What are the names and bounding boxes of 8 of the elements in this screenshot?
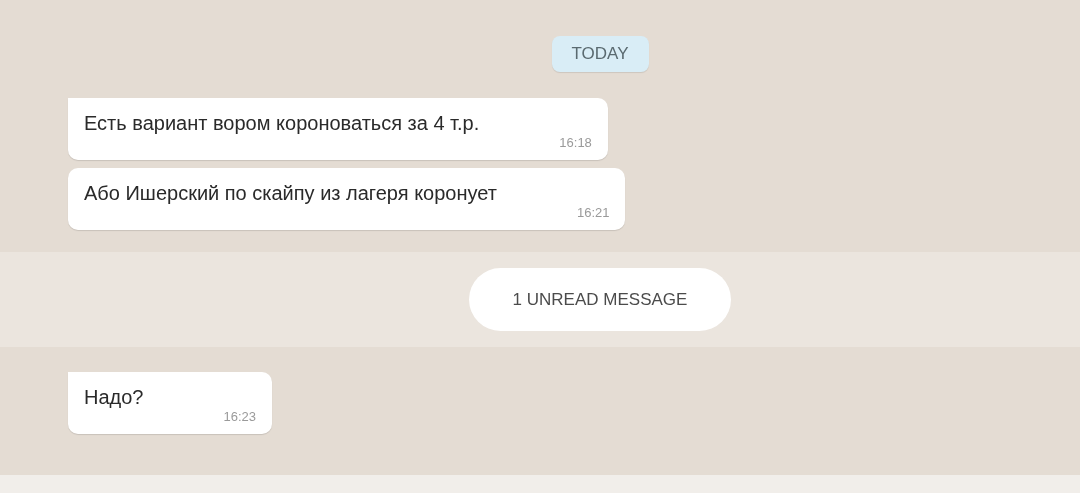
message-text: Або Ишерский по скайпу из лагеря коронует <box>84 182 497 205</box>
message-time: 16:23 <box>223 409 257 424</box>
message-time: 16:21 <box>576 205 610 220</box>
message-text: Надо? <box>84 386 144 409</box>
message-text: Есть вариант вором короноваться за 4 т.р. <box>84 112 480 135</box>
unread-badge: 1 UNREAD MESSAGE <box>468 268 732 331</box>
message-time: 16:18 <box>559 135 592 150</box>
date-badge: TODAY <box>551 36 649 72</box>
